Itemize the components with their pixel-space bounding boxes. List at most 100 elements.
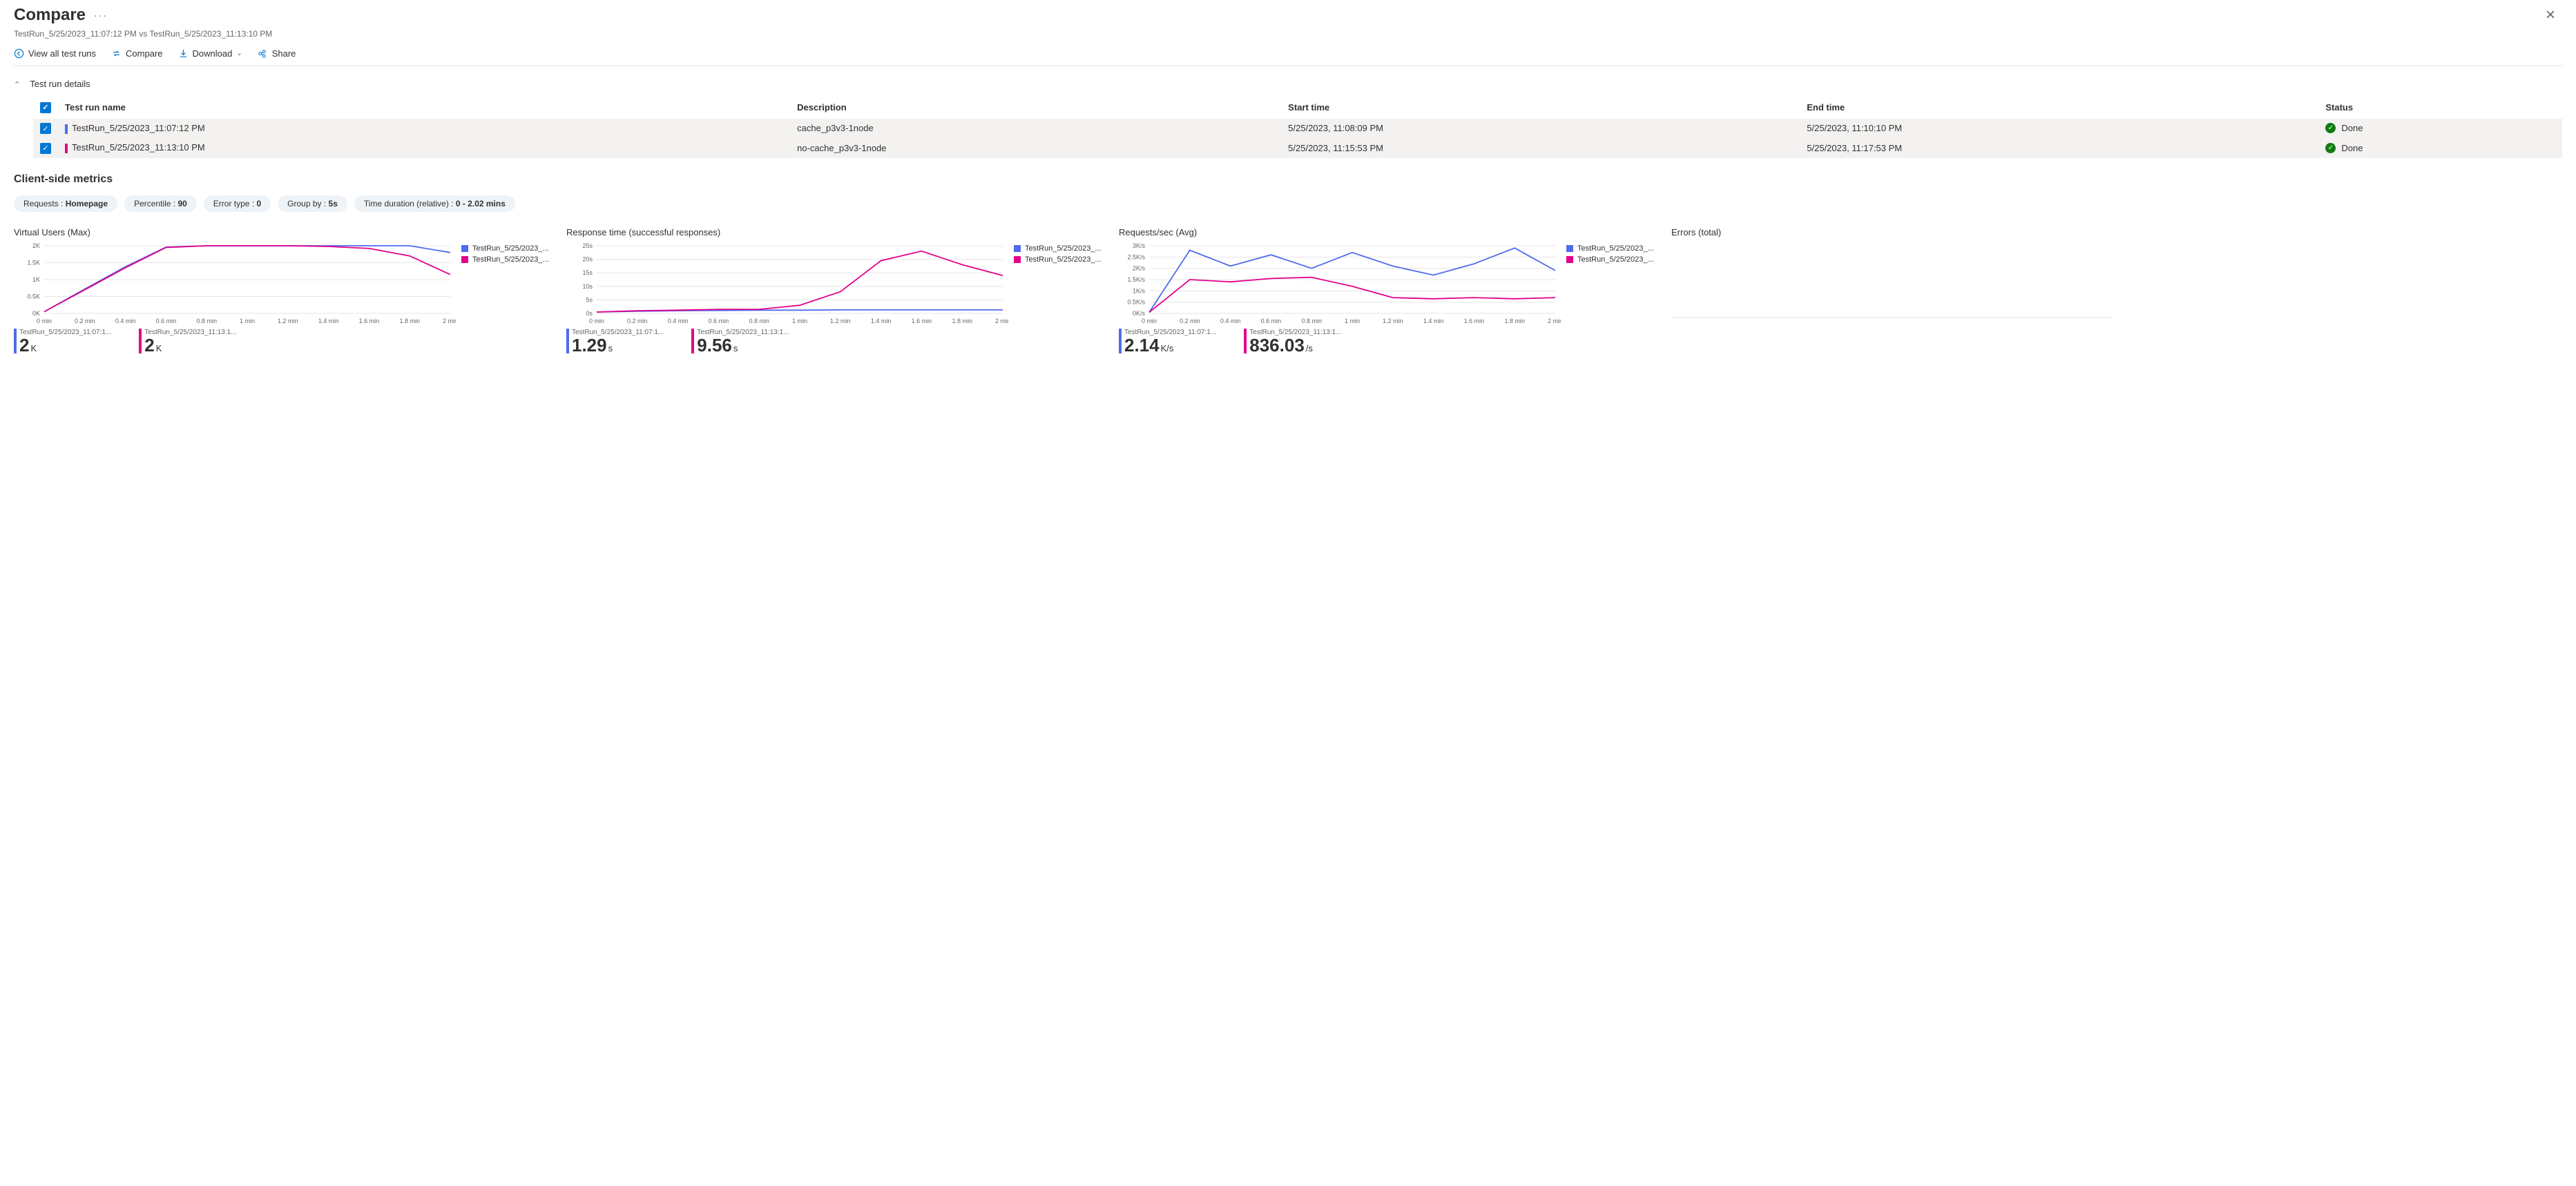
- compare-label: Compare: [126, 48, 162, 59]
- svg-text:1.2 min: 1.2 min: [1383, 318, 1403, 324]
- filter-percentile[interactable]: Percentile : 90: [124, 195, 197, 212]
- chevron-up-icon: ⌄: [14, 79, 20, 88]
- svg-text:0.8 min: 0.8 min: [196, 318, 217, 324]
- svg-text:2 min: 2 min: [1548, 318, 1561, 324]
- chart-svg[interactable]: 0K0.5K1K1.5K2K0 min0.2 min0.4 min0.6 min…: [14, 242, 456, 324]
- share-label: Share: [272, 48, 296, 59]
- run-end: 5/25/2023, 11:17:53 PM: [1800, 138, 2318, 158]
- chart-summary: TestRun_5/25/2023_11:13:1...2K: [139, 329, 236, 354]
- view-all-test-runs-link[interactable]: View all test runs: [14, 48, 96, 59]
- svg-text:5s: 5s: [586, 296, 593, 303]
- table-row[interactable]: ✓ TestRun_5/25/2023_11:13:10 PM no-cache…: [33, 138, 2562, 158]
- svg-text:2K/s: 2K/s: [1133, 264, 1146, 271]
- svg-text:0s: 0s: [586, 310, 593, 317]
- svg-text:1K/s: 1K/s: [1133, 287, 1146, 294]
- svg-text:25s: 25s: [582, 242, 593, 249]
- chart-svg[interactable]: 0K/s0.5K/s1K/s1.5K/s2K/s2.5K/s3K/s0 min0…: [1119, 242, 1561, 324]
- test-runs-table: ✓ Test run name Description Start time E…: [33, 96, 2562, 158]
- row-checkbox[interactable]: ✓: [40, 143, 51, 154]
- check-circle-icon: ✓: [2325, 143, 2336, 153]
- page-subtitle: TestRun_5/25/2023_11:07:12 PM vs TestRun…: [14, 29, 2562, 39]
- chart-title: Errors (total): [1671, 227, 2203, 237]
- svg-text:0K/s: 0K/s: [1133, 310, 1146, 317]
- chart-summary: TestRun_5/25/2023_11:07:1...1.29s: [566, 329, 664, 354]
- chart-title: Response time (successful responses): [566, 227, 1098, 237]
- col-status[interactable]: Status: [2318, 96, 2562, 119]
- svg-text:0.2 min: 0.2 min: [627, 318, 648, 324]
- svg-text:0 min: 0 min: [37, 318, 52, 324]
- svg-text:1.2 min: 1.2 min: [830, 318, 851, 324]
- download-button[interactable]: Download ⌄: [178, 48, 242, 59]
- svg-text:0.6 min: 0.6 min: [709, 318, 729, 324]
- svg-text:1.4 min: 1.4 min: [871, 318, 892, 324]
- svg-text:1 min: 1 min: [792, 318, 807, 324]
- svg-text:1.6 min: 1.6 min: [359, 318, 380, 324]
- svg-text:2 min: 2 min: [443, 318, 456, 324]
- svg-text:0.4 min: 0.4 min: [115, 318, 136, 324]
- svg-text:0 min: 0 min: [1142, 318, 1157, 324]
- svg-text:3K/s: 3K/s: [1133, 242, 1146, 249]
- svg-text:0K: 0K: [32, 310, 40, 317]
- svg-text:10s: 10s: [582, 282, 593, 289]
- svg-text:1.8 min: 1.8 min: [1504, 318, 1525, 324]
- svg-text:1.8 min: 1.8 min: [399, 318, 420, 324]
- filter-group-by[interactable]: Group by : 5s: [278, 195, 347, 212]
- run-desc: no-cache_p3v3-1node: [790, 138, 1281, 158]
- chart-svg[interactable]: 0s5s10s15s20s25s0 min0.2 min0.4 min0.6 m…: [566, 242, 1008, 324]
- svg-text:0.2 min: 0.2 min: [75, 318, 95, 324]
- svg-text:1K: 1K: [32, 276, 40, 283]
- chart-response_time: Response time (successful responses) 0s 5…: [566, 227, 1098, 354]
- chart-requests_sec: Requests/sec (Avg) 0K/s0.5K/s1K/s1.5K/s2…: [1119, 227, 1651, 354]
- run-name: TestRun_5/25/2023_11:07:12 PM: [72, 123, 205, 133]
- more-menu[interactable]: ···: [94, 10, 108, 21]
- run-start: 5/25/2023, 11:15:53 PM: [1281, 138, 1800, 158]
- chart-legend: TestRun_5/25/2023_... TestRun_5/25/2023_…: [1014, 242, 1102, 266]
- svg-text:0.4 min: 0.4 min: [1220, 318, 1241, 324]
- back-arrow-icon: [14, 48, 24, 59]
- table-row[interactable]: ✓ TestRun_5/25/2023_11:07:12 PM cache_p3…: [33, 119, 2562, 139]
- chart-virtual_users: Virtual Users (Max) 0K0.5K1K1.5K2K0 min0…: [14, 227, 546, 354]
- svg-text:1.4 min: 1.4 min: [1423, 318, 1444, 324]
- chart-legend: TestRun_5/25/2023_... TestRun_5/25/2023_…: [1566, 242, 1654, 266]
- col-name[interactable]: Test run name: [58, 96, 790, 119]
- empty-chart: [1671, 242, 2113, 318]
- chart-summary: TestRun_5/25/2023_11:13:1...836.03/s: [1244, 329, 1341, 354]
- svg-text:0 min: 0 min: [589, 318, 604, 324]
- chart-summary: TestRun_5/25/2023_11:13:1...9.56s: [691, 329, 789, 354]
- svg-text:0.4 min: 0.4 min: [668, 318, 689, 324]
- download-icon: [178, 48, 189, 59]
- svg-text:0.5K: 0.5K: [27, 293, 40, 300]
- svg-text:1.4 min: 1.4 min: [318, 318, 339, 324]
- swap-icon: [111, 48, 122, 59]
- col-end[interactable]: End time: [1800, 96, 2318, 119]
- col-desc[interactable]: Description: [790, 96, 1281, 119]
- filter-error-type[interactable]: Error type : 0: [204, 195, 271, 212]
- svg-text:1.8 min: 1.8 min: [952, 318, 972, 324]
- filter-requests[interactable]: Requests : Homepage: [14, 195, 117, 212]
- status-text: Done: [2341, 123, 2363, 133]
- page-title: Compare: [14, 6, 86, 25]
- share-button[interactable]: Share: [258, 48, 296, 59]
- series-color-chip: [65, 124, 68, 134]
- run-name: TestRun_5/25/2023_11:13:10 PM: [72, 142, 205, 153]
- row-checkbox[interactable]: ✓: [40, 123, 51, 134]
- test-run-details-toggle[interactable]: ⌄ Test run details: [14, 72, 2562, 96]
- chevron-down-icon: ⌄: [236, 50, 242, 57]
- filter-time-duration[interactable]: Time duration (relative) : 0 - 2.02 mins: [354, 195, 515, 212]
- svg-text:0.6 min: 0.6 min: [1261, 318, 1282, 324]
- client-side-metrics-heading: Client-side metrics: [14, 173, 2562, 186]
- run-end: 5/25/2023, 11:10:10 PM: [1800, 119, 2318, 139]
- svg-text:1.6 min: 1.6 min: [1464, 318, 1485, 324]
- run-start: 5/25/2023, 11:08:09 PM: [1281, 119, 1800, 139]
- download-label: Download: [193, 48, 233, 59]
- close-button[interactable]: ×: [2539, 3, 2562, 28]
- svg-text:1.6 min: 1.6 min: [912, 318, 932, 324]
- select-all-checkbox[interactable]: ✓: [40, 102, 51, 113]
- svg-text:2 min: 2 min: [995, 318, 1008, 324]
- chart-title: Requests/sec (Avg): [1119, 227, 1651, 237]
- col-start[interactable]: Start time: [1281, 96, 1800, 119]
- chart-legend: TestRun_5/25/2023_... TestRun_5/25/2023_…: [461, 242, 549, 266]
- svg-text:1 min: 1 min: [240, 318, 255, 324]
- compare-button[interactable]: Compare: [111, 48, 162, 59]
- svg-text:0.6 min: 0.6 min: [156, 318, 177, 324]
